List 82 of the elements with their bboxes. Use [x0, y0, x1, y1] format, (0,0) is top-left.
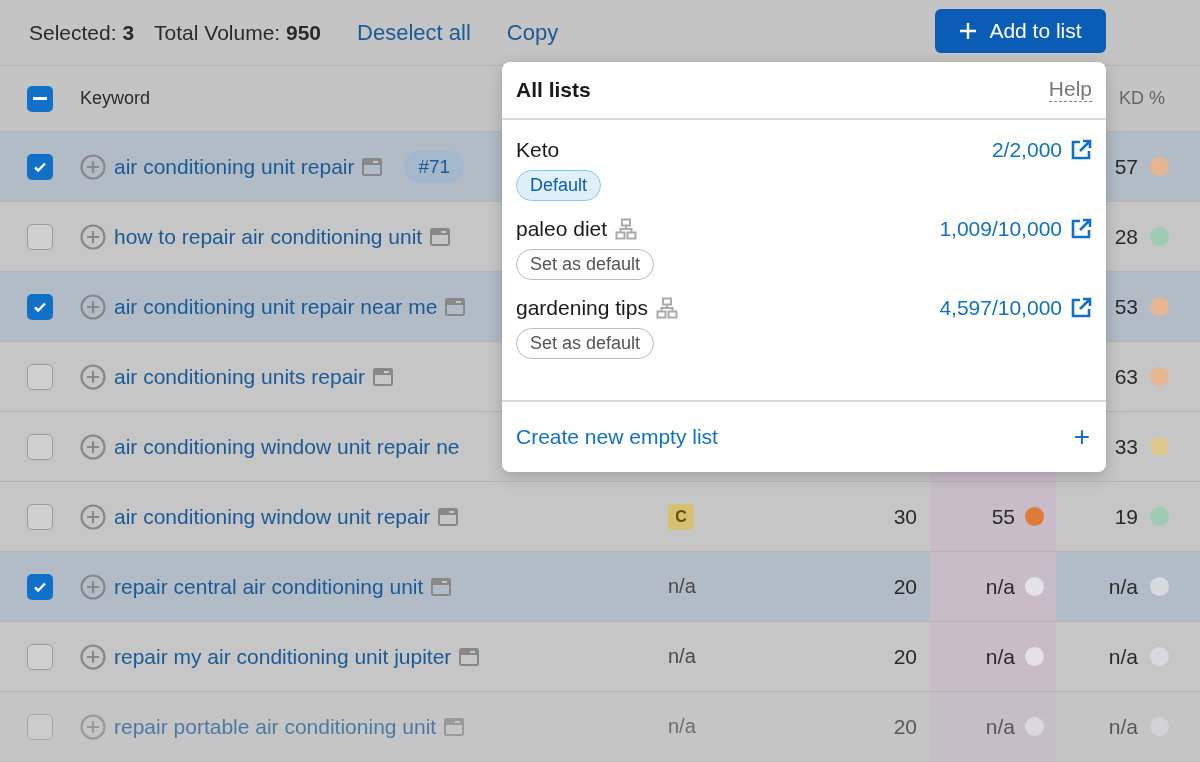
row-checkbox[interactable]: [27, 153, 53, 180]
table-cell: 20: [893, 714, 917, 739]
list-count-link[interactable]: 4,597/10,000: [939, 296, 1092, 320]
external-link-icon: [1070, 218, 1092, 240]
toolbar-link[interactable]: Copy: [506, 19, 559, 46]
table-cell: 57: [1114, 154, 1138, 179]
list-name: gardening tips: [516, 296, 648, 320]
table-cell: 30: [893, 504, 917, 529]
position-tag: #71: [404, 150, 465, 183]
row-checkbox[interactable]: [27, 643, 53, 670]
keyword-link[interactable]: air conditioning window unit repair ne: [114, 434, 460, 459]
table-cell: n/a: [668, 575, 696, 598]
keyword-link[interactable]: air conditioning window unit repair: [114, 504, 431, 529]
serp-icon[interactable]: [373, 367, 393, 386]
row-checkbox[interactable]: [27, 223, 53, 250]
add-list-button[interactable]: +: [1071, 421, 1092, 453]
default-tag: Default: [516, 170, 602, 201]
row-checkbox[interactable]: [27, 293, 53, 320]
row-checkbox[interactable]: [27, 503, 53, 530]
add-circle-icon[interactable]: [80, 293, 106, 320]
table-cell: 55: [991, 504, 1015, 529]
add-circle-icon[interactable]: [80, 433, 106, 460]
table-cell: n/a: [985, 714, 1015, 739]
list-count-link[interactable]: 2/2,000: [991, 138, 1092, 162]
plus-icon: [959, 22, 978, 40]
table-cell: 28: [1114, 224, 1138, 249]
keyword-link[interactable]: air conditioning units repair: [114, 364, 365, 389]
add-circle-icon[interactable]: [80, 223, 106, 250]
add-circle-icon[interactable]: [80, 643, 106, 670]
table-cell: n/a: [668, 645, 696, 668]
list-count-link[interactable]: 1,009/10,000: [939, 217, 1092, 241]
external-link-icon: [1070, 139, 1092, 161]
row-checkbox[interactable]: [27, 573, 53, 600]
serp-icon[interactable]: [438, 507, 459, 526]
table-cell: n/a: [985, 574, 1015, 599]
create-list-link[interactable]: Create new empty list: [516, 425, 718, 449]
serp-icon[interactable]: [445, 297, 466, 316]
table-cell: 63: [1114, 364, 1138, 389]
add-circle-icon[interactable]: [80, 503, 106, 530]
serp-icon[interactable]: [430, 227, 451, 246]
help-link[interactable]: Help: [1048, 78, 1092, 102]
selected-count: Selected: 3: [29, 20, 135, 45]
row-checkbox[interactable]: [27, 713, 53, 740]
add-circle-icon[interactable]: [80, 153, 106, 180]
add-circle-icon[interactable]: [80, 713, 106, 740]
serp-icon[interactable]: [362, 157, 383, 176]
toolbar-link[interactable]: Deselect all: [357, 19, 471, 46]
intent-tag: C: [668, 503, 694, 530]
table-cell: n/a: [1108, 644, 1138, 669]
keyword-link[interactable]: how to repair air conditioning unit: [114, 224, 423, 249]
serp-icon[interactable]: [431, 577, 452, 596]
keyword-link[interactable]: air conditioning unit repair: [114, 154, 355, 179]
add-circle-icon[interactable]: [80, 573, 106, 600]
table-cell: 20: [893, 574, 917, 599]
row-checkbox[interactable]: [27, 433, 53, 460]
list-name: Keto: [516, 138, 560, 162]
column-header[interactable]: KD %: [1119, 88, 1165, 109]
select-all-checkbox[interactable]: [27, 85, 53, 112]
popover-title: All lists: [516, 78, 591, 102]
table-cell: n/a: [1108, 574, 1138, 599]
set-default-button[interactable]: Set as default: [516, 328, 655, 359]
minus-icon: [33, 96, 47, 101]
table-cell: 33: [1114, 434, 1138, 459]
keyword-link[interactable]: repair central air conditioning unit: [114, 574, 424, 599]
keyword-link[interactable]: repair my air conditioning unit jupiter: [114, 644, 452, 669]
table-cell: 53: [1114, 294, 1138, 319]
table-cell: 19: [1114, 504, 1138, 529]
external-link-icon: [1070, 297, 1092, 319]
list-name: paleo diet: [516, 217, 608, 241]
serp-icon[interactable]: [459, 647, 480, 666]
table-cell: n/a: [985, 644, 1015, 669]
row-checkbox[interactable]: [27, 363, 53, 390]
add-to-list-button[interactable]: Add to list: [935, 9, 1106, 53]
set-default-button[interactable]: Set as default: [516, 249, 655, 280]
keyword-link[interactable]: repair portable air conditioning unit: [114, 714, 437, 739]
serp-icon[interactable]: [444, 717, 465, 736]
table-cell: n/a: [1108, 714, 1138, 739]
table-cell: 20: [893, 644, 917, 669]
keyword-link[interactable]: air conditioning unit repair near me: [114, 294, 438, 319]
total-volume: Total Volume: 950: [154, 20, 322, 45]
add-circle-icon[interactable]: [80, 363, 106, 390]
table-cell: n/a: [668, 715, 696, 738]
